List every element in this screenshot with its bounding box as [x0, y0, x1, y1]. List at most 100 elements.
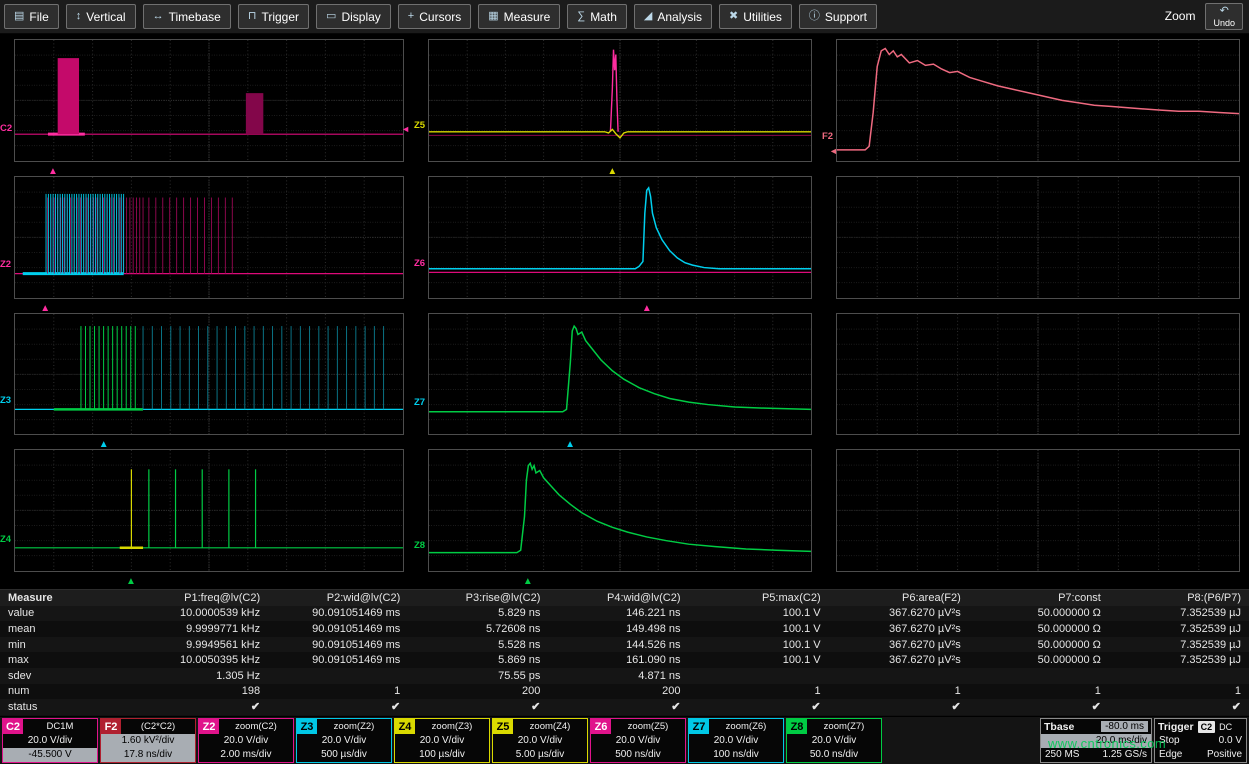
menu-button-label: Analysis	[657, 10, 702, 24]
menu-bar-items: ▤File ↕Vertical ↔Timebase ⊓Trigger ▭Display +…	[4, 4, 877, 29]
trigger-descriptor[interactable]: Trigger C2 DC Stop 0.0 V Edge Positive	[1154, 718, 1247, 763]
measure-value: 100.1 V	[689, 621, 829, 637]
descriptor-header: Z8zoom(Z7)	[787, 719, 881, 734]
measure-value: 9.9949561 kHz	[128, 637, 268, 653]
measure-value	[268, 668, 408, 684]
timebase-header: Tbase -80.0 ms	[1041, 719, 1151, 734]
channel-source-label: (C2*C2)	[121, 719, 195, 734]
grid-F2[interactable]: F2◄	[836, 39, 1240, 162]
descriptor-Z3[interactable]: Z3zoom(Z2)20.0 V/div500 µs/div	[296, 718, 392, 763]
grid-C2[interactable]: C2▲◄	[14, 39, 404, 162]
grid-Z5[interactable]: Z5▲	[428, 39, 812, 162]
grid-Z4[interactable]: Z4▲	[14, 449, 404, 572]
measure-column-P7[interactable]: P7:const	[969, 590, 1109, 606]
channel-setting-line: 1.60 kV²/div	[101, 734, 195, 748]
graticule-blank-2	[836, 313, 1240, 436]
trigger-mode: Stop	[1159, 734, 1180, 748]
menu-button-label: Math	[590, 10, 617, 24]
measure-table: MeasureP1:freq@lv(C2)P2:wid@lv(C2)P3:ris…	[0, 589, 1249, 716]
grid-Z8[interactable]: Z8▲	[428, 449, 812, 572]
grid-Z7[interactable]: Z7▲	[428, 313, 812, 436]
descriptor-Z8[interactable]: Z8zoom(Z7)20.0 V/div50.0 ns/div	[786, 718, 882, 763]
channel-tab-F2: F2	[101, 719, 121, 734]
menu-button-measure[interactable]: ▦Measure	[478, 4, 560, 29]
measure-column-P5[interactable]: P5:max(C2)	[689, 590, 829, 606]
menu-bar: ▤File ↕Vertical ↔Timebase ⊓Trigger ▭Display +…	[0, 0, 1249, 34]
channel-tab-Z8: Z8	[787, 719, 807, 734]
measure-column-P4[interactable]: P4:wid@lv(C2)	[548, 590, 688, 606]
trigger-marker-Z8[interactable]: ▲	[523, 576, 533, 587]
measure-value	[689, 668, 829, 684]
measure-value: 144.526 ns	[548, 637, 688, 653]
channel-tab-Z7: Z7	[689, 719, 709, 734]
grid-blank-1[interactable]	[836, 176, 1240, 299]
graticule-Z5	[428, 39, 812, 162]
descriptor-Z2[interactable]: Z2zoom(C2)20.0 V/div2.00 ms/div	[198, 718, 294, 763]
measure-value: 5.869 ns	[408, 652, 548, 668]
grid-blank-2[interactable]	[836, 313, 1240, 436]
measure-value: 149.498 ns	[548, 621, 688, 637]
descriptor-C2[interactable]: C2DC1M20.0 V/div-45.500 V	[2, 718, 98, 763]
tbase-samples: 250 MS	[1045, 748, 1079, 762]
measure-column-P6[interactable]: P6:area(F2)	[829, 590, 969, 606]
measure-value: 50.000000 Ω	[969, 621, 1109, 637]
menu-button-analysis[interactable]: ◢ Analysis	[634, 4, 712, 29]
measure-value: 7.352539 µJ	[1109, 621, 1249, 637]
measure-column-P1[interactable]: P1:freq@lv(C2)	[128, 590, 268, 606]
grid-Z3[interactable]: Z3▲	[14, 313, 404, 436]
descriptor-Z5[interactable]: Z5zoom(Z4)20.0 V/div5.00 µs/div	[492, 718, 588, 763]
channel-setting-line: 20.0 V/div	[493, 734, 587, 748]
menu-button-timebase[interactable]: ↔Timebase	[143, 4, 231, 29]
measure-row-label-sdev: sdev	[0, 668, 128, 684]
measure-value: 367.6270 µV²s	[829, 637, 969, 653]
measure-column-P3[interactable]: P3:rise@lv(C2)	[408, 590, 548, 606]
menu-button-support[interactable]: ⓘSupport	[799, 4, 877, 29]
cursors-icon: +	[408, 11, 414, 22]
channel-setting-line: 100 ns/div	[689, 748, 783, 762]
menu-button-utilities[interactable]: ✖Utilities	[719, 4, 792, 29]
measure-value: 161.090 ns	[548, 652, 688, 668]
menu-button-vertical[interactable]: ↕Vertical	[66, 4, 136, 29]
tbase-scale-row: 20.0 ms/div	[1041, 734, 1151, 748]
menu-button-trigger[interactable]: ⊓Trigger	[238, 4, 309, 29]
trigger-marker-Z4[interactable]: ▲	[126, 576, 136, 587]
channel-tab-Z5: Z5	[493, 719, 513, 734]
channel-source-label: zoom(Z3)	[415, 719, 489, 734]
math-icon: ∑	[577, 11, 585, 22]
grid-blank-3[interactable]	[836, 449, 1240, 572]
menu-button-display[interactable]: ▭Display	[316, 4, 391, 29]
menu-button-label: File	[29, 10, 48, 24]
descriptor-F2[interactable]: F2(C2*C2)1.60 kV²/div17.8 ns/div	[100, 718, 196, 763]
menu-button-cursors[interactable]: +Cursors	[398, 4, 471, 29]
measure-value: 200	[548, 684, 688, 700]
measure-column-P8[interactable]: P8:(P6/P7)	[1109, 590, 1249, 606]
descriptor-Z7[interactable]: Z7zoom(Z6)20.0 V/div100 ns/div	[688, 718, 784, 763]
channel-setting-line: 100 µs/div	[395, 748, 489, 762]
measure-value	[829, 668, 969, 684]
descriptor-header: Z2zoom(C2)	[199, 719, 293, 734]
descriptor-header: Z7zoom(Z6)	[689, 719, 783, 734]
grid-Z6[interactable]: Z6▲	[428, 176, 812, 299]
analysis-icon: ◢	[644, 11, 652, 22]
graticule-Z8	[428, 449, 812, 572]
undo-button[interactable]: ↶ Undo	[1205, 3, 1243, 30]
timebase-descriptor[interactable]: Tbase -80.0 ms 20.0 ms/div 250 MS 1.25 G…	[1040, 718, 1152, 763]
channel-setting-line: 20.0 V/div	[297, 734, 391, 748]
channel-setting-line: 20.0 V/div	[199, 734, 293, 748]
vertical-icon: ↕	[76, 11, 82, 22]
measure-row-label-status: status	[0, 699, 128, 715]
measure-column-P2[interactable]: P2:wid@lv(C2)	[268, 590, 408, 606]
menu-button-math[interactable]: ∑ Math	[567, 4, 627, 29]
trace-label-Z4: Z4	[0, 535, 14, 545]
channel-source-label: DC1M	[23, 719, 97, 734]
descriptor-Z4[interactable]: Z4zoom(Z3)20.0 V/div100 µs/div	[394, 718, 490, 763]
grid-Z2[interactable]: Z2▲	[14, 176, 404, 299]
waveform-grid-area: C2▲◄Z5▲F2◄Z2▲Z6▲Z3▲Z7▲Z4▲Z8▲	[0, 36, 1249, 589]
measure-value: 90.091051469 ms	[268, 637, 408, 653]
trigger-slope: Positive	[1207, 748, 1242, 762]
descriptor-Z6[interactable]: Z6zoom(Z5)20.0 V/div500 ns/div	[590, 718, 686, 763]
trigger-coupling: DC	[1219, 722, 1232, 732]
menu-button-file[interactable]: ▤File	[4, 4, 59, 29]
channel-source-label: zoom(Z4)	[513, 719, 587, 734]
status-check-icon: ✔	[689, 699, 829, 715]
